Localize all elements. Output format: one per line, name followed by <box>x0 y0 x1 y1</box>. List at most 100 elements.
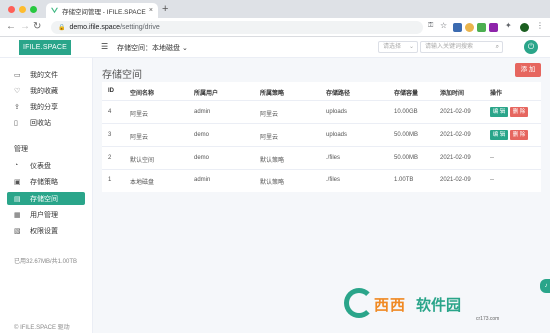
browser-tab[interactable]: 存储空间管理 - IFILE.SPACE 个... × <box>46 3 158 18</box>
column-header: 操作 <box>490 91 503 97</box>
app-logo[interactable]: IFILE.SPACE <box>19 40 71 55</box>
powered-by[interactable]: © IFILE.SPACE 驱动 <box>14 322 70 331</box>
reload-icon[interactable]: ↻ <box>33 21 41 33</box>
no-action: -- <box>490 155 494 161</box>
side-tool-button[interactable]: ♪ <box>540 279 550 293</box>
cell-policy: 默认策略 <box>260 158 285 164</box>
cell-name: 本地磁盘 <box>130 180 155 186</box>
sidebar-item-label: 仪表盘 <box>30 162 51 170</box>
cell-id: 3 <box>108 132 112 138</box>
cell-size: 1.00TB <box>394 177 414 183</box>
divider <box>102 123 541 124</box>
app-header: IFILE.SPACE ☰ 存储空间：本地磁盘 ⌄ 请选择 ⌄ 请输入关键词搜索… <box>0 37 550 58</box>
extension-1-icon[interactable] <box>453 23 462 32</box>
minimize-window-button[interactable] <box>19 6 26 13</box>
cell-user: demo <box>194 155 210 161</box>
cell-path: uploads <box>326 109 348 115</box>
watermark-c-icon <box>344 288 374 318</box>
cell-policy: 阿里云 <box>260 135 279 141</box>
column-header: 所属用户 <box>194 91 219 97</box>
address-bar[interactable]: 🔒 demo.ifile.space /setting/drive <box>51 21 423 34</box>
sidebar-item-dashboard[interactable]: ◔ 仪表盘 <box>7 159 85 172</box>
column-header: 存储路径 <box>326 91 351 97</box>
menu-toggle-icon[interactable]: ☰ <box>101 43 108 51</box>
cell-user: demo <box>194 132 210 138</box>
column-header: 添加时间 <box>440 91 465 97</box>
tab-title: 存储空间管理 - IFILE.SPACE 个... <box>62 8 146 16</box>
cell-size: 50.00MB <box>394 132 419 138</box>
sidebar-item-label: 权限设置 <box>30 227 58 235</box>
share-icon: ⇪ <box>14 103 20 111</box>
extension-3-icon[interactable] <box>477 23 486 32</box>
watermark-text-1: 西西 <box>374 297 407 314</box>
space-label: 存储空间： <box>117 45 152 52</box>
logo-text: IFILE.SPACE <box>22 44 68 51</box>
page-title: 存储空间 <box>102 70 142 81</box>
sidebar-item-label: 我的文件 <box>30 71 58 79</box>
cell-path: ./files <box>326 177 341 183</box>
folder-icon: ▭ <box>14 71 21 79</box>
sidebar-item-storage-space[interactable]: ▤ 存储空间 <box>7 192 85 205</box>
cell-date: 2021-02-09 <box>440 109 471 115</box>
space-value: 本地磁盘 <box>152 45 180 52</box>
sidebar-item-shares[interactable]: ⇪ 我的分享 <box>7 100 85 113</box>
new-tab-button[interactable]: + <box>162 3 168 15</box>
cell-user: admin <box>194 109 211 115</box>
extension-2-icon[interactable] <box>465 23 474 32</box>
no-action: -- <box>490 177 494 183</box>
sidebar-item-my-files[interactable]: ▭ 我的文件 <box>7 68 85 81</box>
maximize-window-button[interactable] <box>30 6 37 13</box>
sidebar-item-label: 我的收藏 <box>30 87 58 95</box>
extension-4-icon[interactable] <box>489 23 498 32</box>
forward-icon[interactable]: → <box>20 21 30 33</box>
back-icon[interactable]: ← <box>6 21 16 33</box>
tab-close-icon[interactable]: × <box>149 7 153 14</box>
dashboard-icon: ◔ <box>14 162 19 169</box>
url-path: /setting/drive <box>120 24 160 31</box>
key-icon[interactable]: ⚿ <box>428 22 437 31</box>
sidebar-item-storage-policy[interactable]: ▣ 存储策略 <box>7 175 85 188</box>
cell-date: 2021-02-09 <box>440 177 471 183</box>
sidebar-item-favorites[interactable]: ♡ 我的收藏 <box>7 84 85 97</box>
watermark-text-2: 软件园 <box>416 297 462 314</box>
search-input[interactable]: 请输入关键词搜索 ⌕ <box>420 41 503 53</box>
search-icon[interactable]: ⌕ <box>496 42 499 52</box>
add-button[interactable]: 添 加 <box>515 63 541 77</box>
chevron-down-icon: ⌄ <box>181 45 188 52</box>
sidebar-item-permissions[interactable]: ▧ 权限设置 <box>7 224 85 237</box>
delete-button[interactable]: 删 除 <box>510 107 528 117</box>
search-placeholder: 请输入关键词搜索 <box>425 44 474 50</box>
sidebar-item-label: 我的分享 <box>30 103 58 111</box>
cell-id: 4 <box>108 109 112 115</box>
space-selector[interactable]: 存储空间：本地磁盘 ⌄ <box>117 43 188 53</box>
profile-avatar[interactable] <box>520 23 529 32</box>
cell-policy: 默认策略 <box>260 180 285 186</box>
cell-size: 50.00MB <box>394 155 419 161</box>
cell-name: 阿里云 <box>130 112 149 118</box>
storage-usage: 已用32.67MB/共1.00TB <box>14 259 78 265</box>
sidebar: ▭ 我的文件 ♡ 我的收藏 ⇪ 我的分享 ▯ 回收站 管理 ◔ 仪表盘 ▣ 存储… <box>0 58 93 333</box>
url-host: demo.ifile.space <box>69 24 121 31</box>
cell-id: 1 <box>108 177 112 183</box>
star-icon[interactable]: ☆ <box>440 21 449 30</box>
watermark-url: cr173.com <box>476 316 500 322</box>
browser-toolbar: ← → ↻ 🔒 demo.ifile.space /setting/drive … <box>0 18 550 37</box>
edit-button[interactable]: 编 辑 <box>490 107 508 117</box>
delete-button[interactable]: 删 除 <box>510 130 528 140</box>
sidebar-item-label: 存储空间 <box>30 195 58 203</box>
sidebar-item-label: 回收站 <box>30 119 51 127</box>
browser-tabbar: 存储空间管理 - IFILE.SPACE 个... × + <box>0 0 550 18</box>
column-header: 存储容量 <box>394 91 419 97</box>
filter-select[interactable]: 请选择 ⌄ <box>378 41 418 53</box>
power-icon[interactable]: ⏻ <box>524 40 538 54</box>
puzzle-icon[interactable]: ✦ <box>505 21 514 30</box>
sidebar-item-users[interactable]: ▦ 用户管理 <box>7 208 85 221</box>
cell-path: ./files <box>326 155 341 161</box>
sidebar-item-recycle-bin[interactable]: ▯ 回收站 <box>7 116 85 129</box>
browser-menu-icon[interactable]: ⋮ <box>536 21 545 30</box>
storage-table: ID 空间名称 所属用户 所属策略 存储路径 存储容量 添加时间 操作 4 阿里… <box>102 82 541 192</box>
edit-button[interactable]: 编 辑 <box>490 130 508 140</box>
users-icon: ▦ <box>14 211 21 219</box>
cell-size: 10.00GB <box>394 109 418 115</box>
close-window-button[interactable] <box>8 6 15 13</box>
